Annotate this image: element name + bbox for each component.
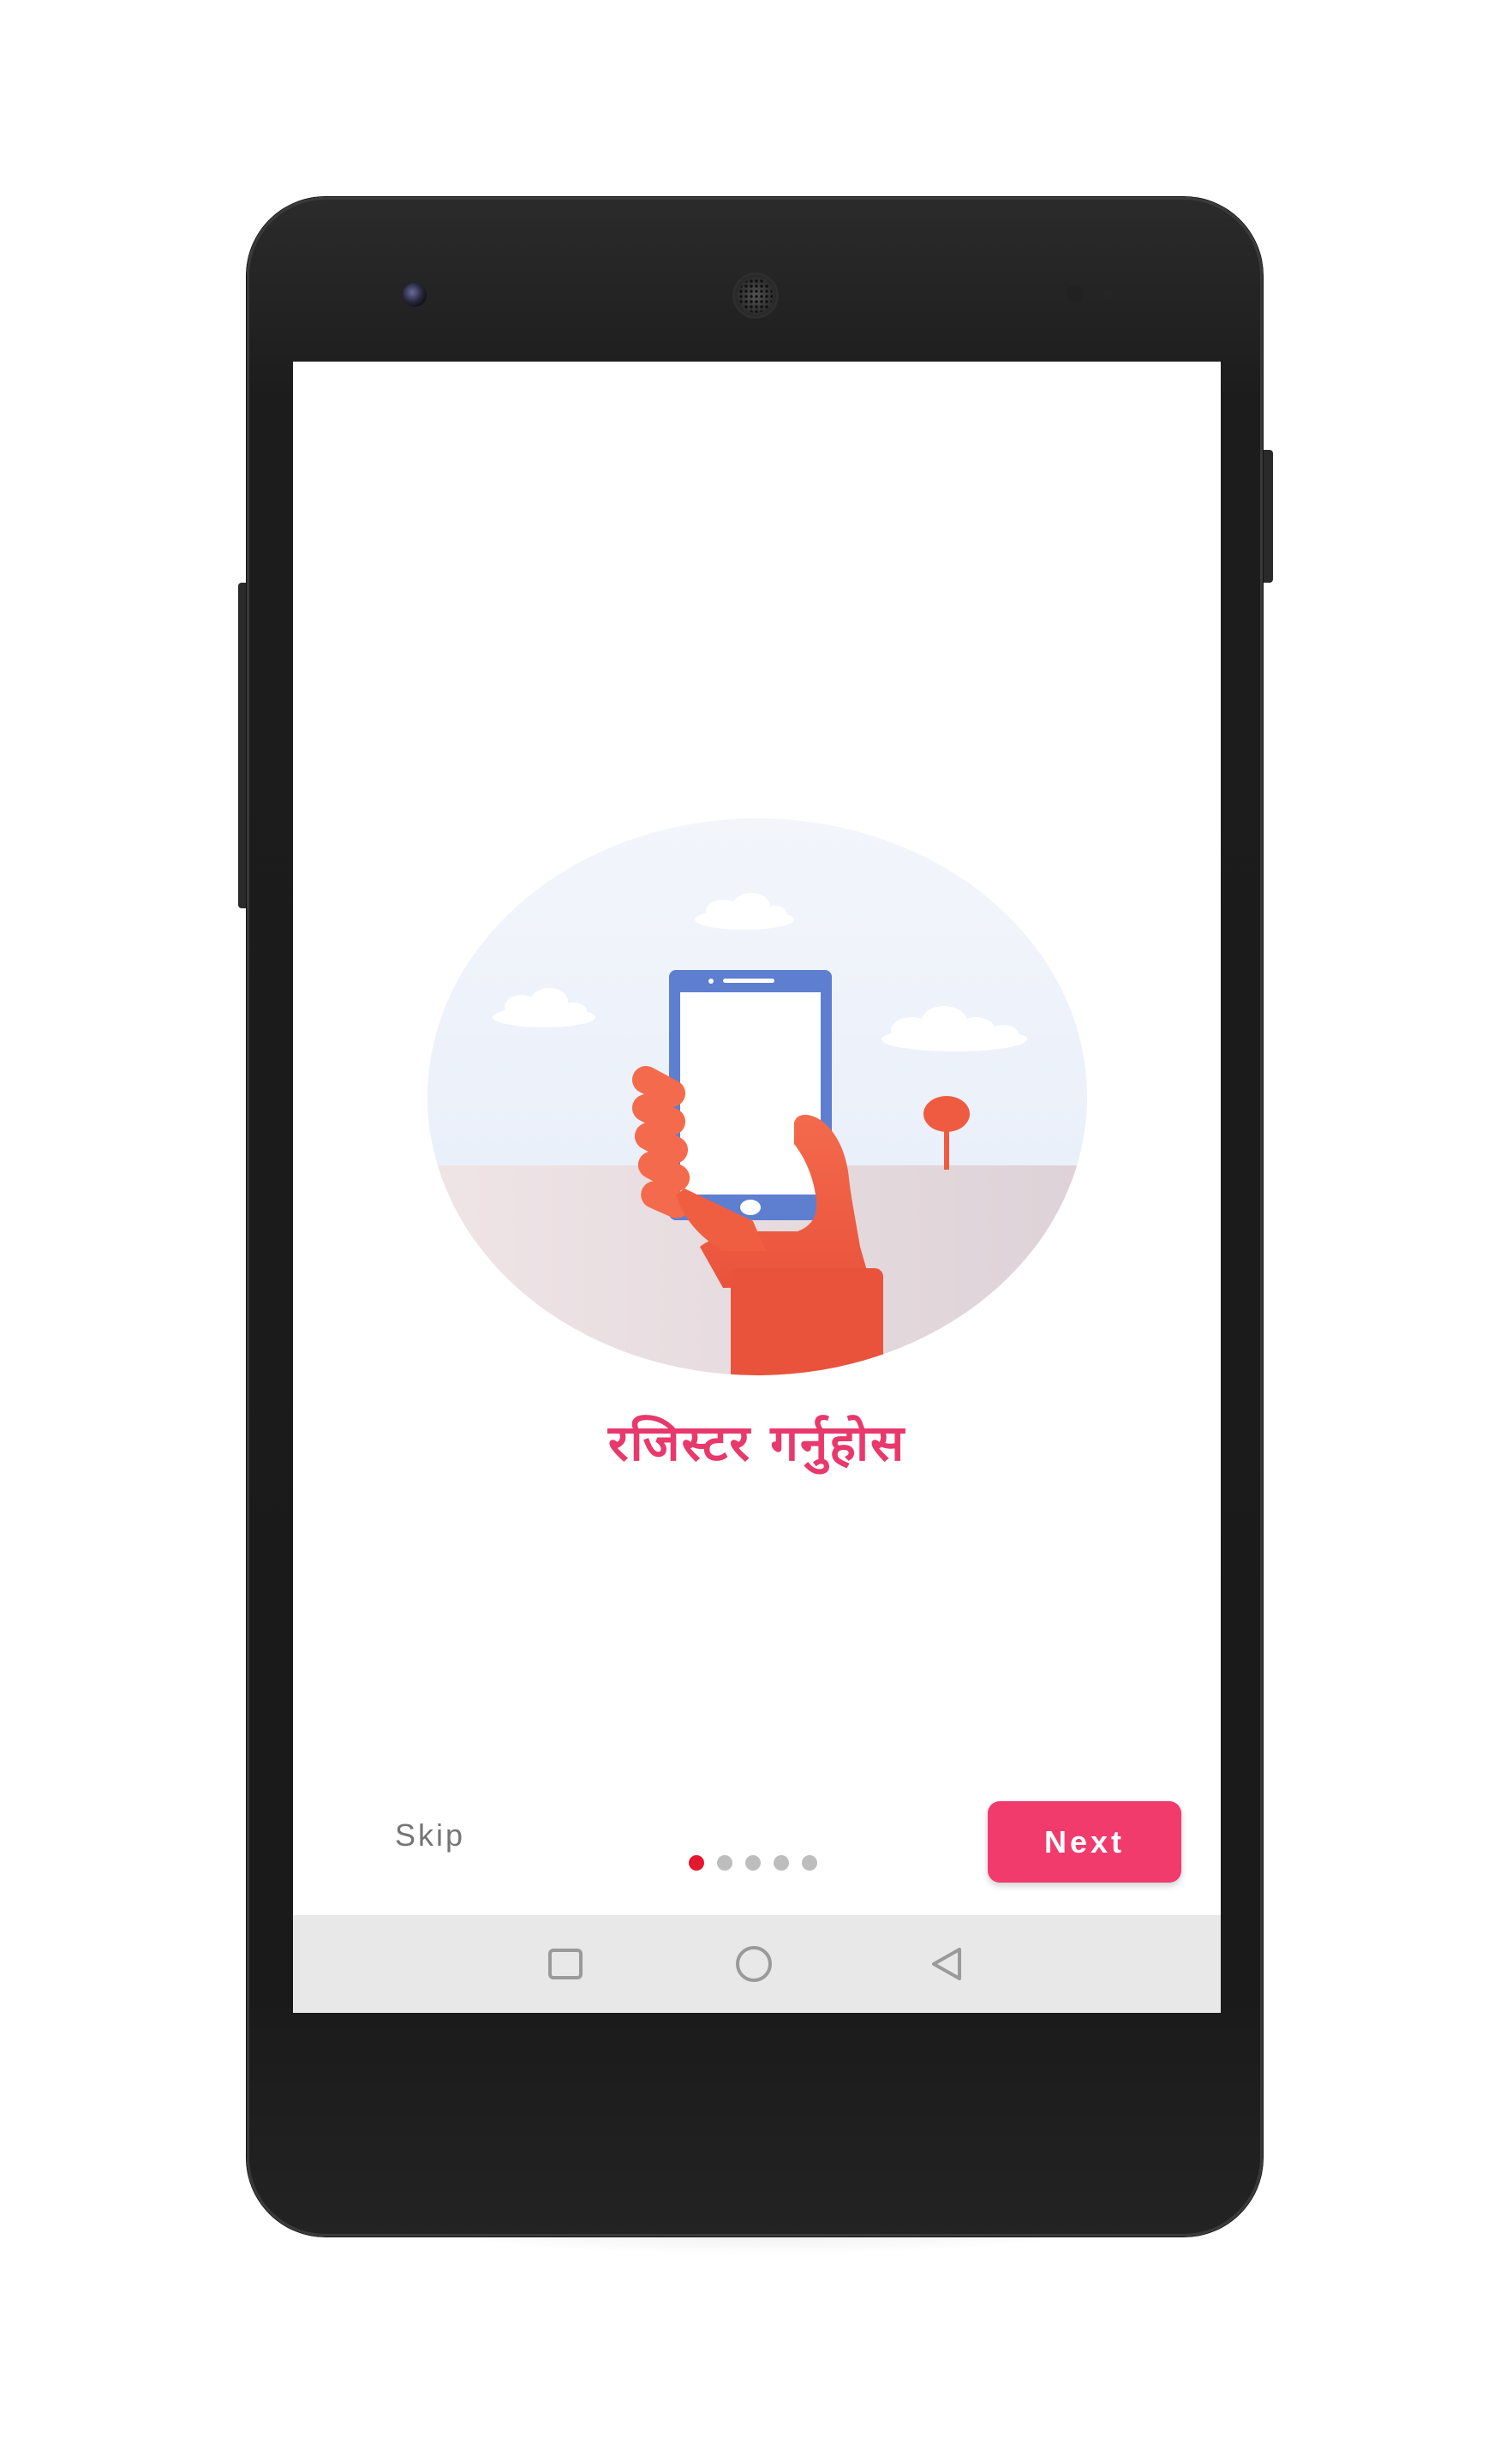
back-button[interactable] (917, 1934, 977, 1994)
speaker-grille (738, 278, 773, 313)
circle-icon (736, 1946, 772, 1982)
page-dot[interactable] (745, 1855, 761, 1871)
phone-in-hand-illustration (427, 818, 1087, 1375)
page-dot[interactable] (802, 1855, 817, 1871)
phone-device-shape (669, 970, 832, 1220)
front-camera (403, 283, 427, 307)
page-dot[interactable] (717, 1855, 732, 1871)
page-dot[interactable] (774, 1855, 789, 1871)
app-screen: रजिस्टर गर्नुहोस Skip Next (293, 362, 1221, 2013)
square-icon (548, 1949, 583, 1979)
next-button[interactable]: Next (988, 1801, 1181, 1883)
home-button[interactable] (724, 1934, 784, 1994)
system-navigation-bar (293, 1915, 1221, 2013)
proximity-sensor (1067, 285, 1084, 302)
back-triangle-icon (932, 1948, 961, 1980)
page-dot-active[interactable] (689, 1855, 704, 1871)
skip-button[interactable]: Skip (370, 1810, 490, 1861)
light-sensor (1103, 289, 1113, 298)
onboarding-title: रजिस्टर गर्नुहोस (607, 1414, 906, 1472)
recents-button[interactable] (535, 1934, 595, 1994)
page-indicator (689, 1855, 817, 1872)
